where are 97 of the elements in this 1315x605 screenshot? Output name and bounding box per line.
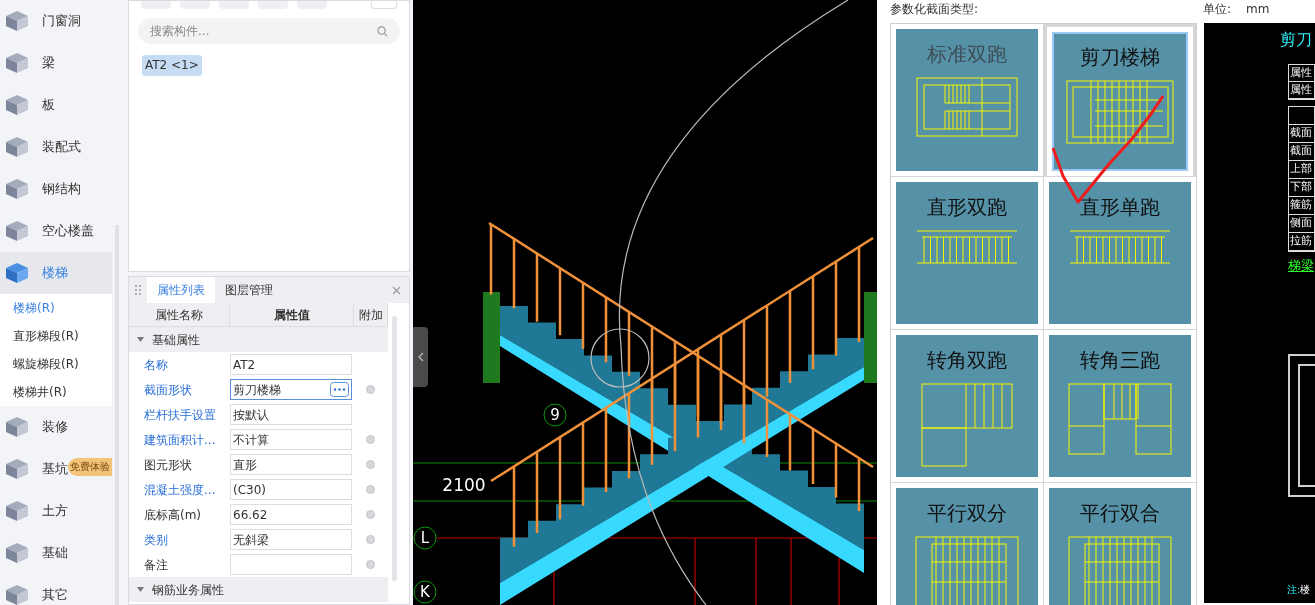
preview-table-cell: 拉筋 — [1289, 233, 1314, 251]
category-item[interactable]: 土方 — [0, 490, 112, 532]
preview-table-cell: 上部 — [1289, 161, 1314, 179]
component-chip[interactable]: AT2 <1> — [142, 55, 202, 76]
caret-icon — [137, 336, 144, 343]
property-name: 图元形状 — [143, 456, 193, 474]
property-value-field[interactable]: 不计算 — [230, 429, 352, 450]
toolbar-button[interactable] — [371, 1, 397, 9]
property-value-field[interactable]: (C30) — [230, 479, 352, 500]
property-name: 类别 — [143, 531, 169, 549]
panel-tab[interactable]: 图层管理 — [215, 277, 283, 303]
note-label: 注: — [1287, 583, 1301, 597]
more-icon[interactable] — [330, 382, 349, 397]
property-name: 混凝土强度... — [143, 481, 217, 499]
property-name: 底标高(m) — [143, 506, 203, 524]
column-header: 属性值 — [230, 303, 354, 326]
trial-badge[interactable]: 免费体验 — [68, 458, 112, 476]
category-item[interactable]: 其它 — [0, 574, 112, 605]
category-item[interactable]: 空心楼盖 — [0, 210, 112, 252]
property-value-field[interactable]: 直形 — [230, 454, 352, 475]
chevron-left-icon — [417, 352, 424, 362]
toolbar-button[interactable] — [219, 1, 249, 9]
collapse-handle[interactable] — [413, 327, 428, 387]
axis-marker: 9 — [543, 403, 567, 427]
subcategory-item[interactable]: 直形梯段(R) — [0, 322, 112, 350]
toolbar-button[interactable] — [180, 1, 210, 9]
preview-table-cell: 箍筋 — [1289, 197, 1314, 215]
attach-radio[interactable] — [365, 385, 375, 394]
search-field[interactable]: 搜索构件... — [138, 18, 400, 44]
drag-handle-icon[interactable] — [135, 284, 141, 296]
preview-table-cell: 截面 — [1289, 143, 1314, 161]
cube-icon — [4, 499, 30, 523]
attach-radio[interactable] — [365, 510, 375, 519]
preview-table-cell: 侧面 — [1289, 215, 1314, 233]
section-type-option[interactable]: 剪刀楼梯 — [1043, 24, 1196, 177]
attach-radio[interactable] — [365, 535, 375, 544]
cube-icon — [4, 93, 30, 117]
section-type-label: 参数化截面类型: — [890, 1, 980, 18]
property-value-field[interactable]: 66.62 — [230, 504, 352, 525]
category-item[interactable]: 门窗洞 — [0, 0, 112, 42]
cube-icon — [4, 457, 30, 481]
column-header: 属性名称 — [129, 303, 230, 326]
attach-radio[interactable] — [365, 560, 375, 569]
category-item[interactable]: 钢结构 — [0, 168, 112, 210]
dimension-label: 2100 — [442, 475, 486, 495]
group-header[interactable]: 钢筋业务属性 — [129, 577, 388, 602]
panel-tab[interactable]: 属性列表 — [147, 277, 215, 303]
property-name: 截面形状 — [143, 381, 193, 399]
property-value-field[interactable]: 按默认 — [230, 404, 352, 425]
property-value-field[interactable]: 剪刀楼梯 — [230, 379, 352, 400]
category-item[interactable]: 装配式 — [0, 126, 112, 168]
column-header: 附加 — [354, 303, 388, 326]
cube-icon — [4, 261, 30, 285]
preview-title: 剪刀 — [1280, 29, 1312, 51]
caret-icon — [137, 586, 144, 593]
axis-marker: L — [413, 526, 437, 550]
cube-icon — [4, 541, 30, 565]
unit-value: mm — [1246, 1, 1270, 18]
preview-table-cell: 截面 — [1289, 125, 1314, 143]
property-value-field[interactable]: AT2 — [230, 354, 352, 375]
axis-marker: K — [413, 580, 437, 604]
toolbar-button[interactable] — [258, 1, 288, 9]
cube-icon — [4, 583, 30, 605]
property-name: 建筑面积计... — [143, 431, 217, 449]
circle-marker — [590, 328, 650, 388]
preview-table-cell: 属性 — [1289, 65, 1314, 82]
search-icon — [377, 26, 388, 37]
cube-icon — [4, 9, 30, 33]
cube-icon — [4, 135, 30, 159]
cube-icon — [4, 415, 30, 439]
note-text: 楼 — [1300, 583, 1311, 597]
cube-icon — [4, 177, 30, 201]
cube-icon — [4, 51, 30, 75]
group-header[interactable]: 基础属性 — [129, 327, 388, 352]
category-item[interactable]: 基础 — [0, 532, 112, 574]
preview-link[interactable]: 梯梁 — [1288, 256, 1315, 276]
subcategory-item[interactable]: 楼梯井(R) — [0, 378, 112, 406]
subcategory-item[interactable]: 螺旋梯段(R) — [0, 350, 112, 378]
preview-table-cell: 下部 — [1289, 179, 1314, 197]
cube-icon — [4, 219, 30, 243]
attach-radio[interactable] — [365, 435, 375, 444]
subcategory-item[interactable]: 楼梯(R) — [0, 294, 112, 322]
category-item[interactable]: 装修 — [0, 406, 112, 448]
property-value-field[interactable] — [230, 554, 352, 575]
preview-table-cell: 属性 — [1289, 82, 1314, 99]
property-value-field[interactable]: 无斜梁 — [230, 529, 352, 550]
property-name: 名称 — [143, 356, 169, 374]
category-item[interactable]: 梁 — [0, 42, 112, 84]
category-item[interactable]: 板 — [0, 84, 112, 126]
property-name: 栏杆扶手设置 — [143, 406, 217, 424]
toolbar-button[interactable] — [297, 1, 327, 9]
unit-label: 单位: — [1203, 1, 1232, 18]
property-name: 备注 — [143, 556, 169, 574]
close-icon[interactable] — [392, 285, 401, 295]
toolbar-button[interactable] — [141, 1, 171, 9]
attach-radio[interactable] — [365, 460, 375, 469]
attach-radio[interactable] — [365, 485, 375, 494]
